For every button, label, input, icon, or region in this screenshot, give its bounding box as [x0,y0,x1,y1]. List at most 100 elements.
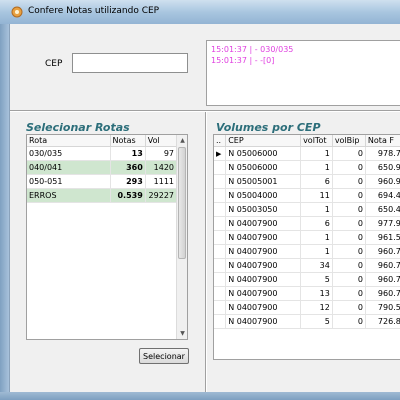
volbip-cell: 0 [332,216,366,231]
notas-cell: 0.539 [110,188,146,203]
flag-value: N [228,317,235,326]
cep-cell: N 04007900 [225,286,302,301]
scrollbar-thumb[interactable] [178,147,186,259]
volume-row[interactable]: N 05004000110694.408 [214,188,400,203]
volume-row[interactable]: N 04007900120790.557 [214,300,400,315]
flag-value: N [228,303,235,312]
row-selector[interactable] [214,244,227,259]
rotas-scrollbar[interactable]: ▲ ▼ [176,135,187,339]
nota-cell: 960.760 [365,258,400,273]
row-selector[interactable] [214,160,227,175]
rota-cell: 030/035 [27,146,111,161]
scroll-up-icon[interactable]: ▲ [177,135,187,146]
cep-cell: N 05003050 [225,202,302,217]
column-header-cep[interactable]: CEP [225,135,302,147]
voltot-cell: 1 [300,230,333,245]
row-selector[interactable] [214,202,227,217]
volume-row[interactable]: N 0400790050960.751 [214,272,400,287]
volume-row[interactable]: N 0400790010960.761 [214,244,400,259]
column-header-voltot[interactable]: volTot [300,135,333,147]
column-header-selector[interactable]: .. [214,135,227,147]
row-selector[interactable] [214,174,227,189]
flag-value: N [228,163,235,172]
app-window: Confere Notas utilizando CEP CEP 15:01:3… [0,0,400,400]
cep-value: 05004000 [236,191,278,200]
row-selector[interactable] [214,258,227,273]
row-selector[interactable] [214,230,227,245]
voltot-cell: 34 [300,258,333,273]
column-header-nota[interactable]: Nota F [365,135,400,147]
row-selector[interactable]: ▶ [214,146,227,161]
volbip-cell: 0 [332,258,366,273]
row-selector[interactable] [214,188,227,203]
rotas-header-row: Rota Notas Vol [27,135,178,147]
log-box[interactable]: 15:01:37 | - 030/035 15:01:37 | - -[0] [206,40,400,106]
volbip-cell: 0 [332,230,366,245]
rota-row[interactable]: 030/035 13 97 [27,146,178,161]
nota-cell: 650.479 [365,202,400,217]
window-frame-bottom [0,392,400,400]
volume-row[interactable]: N 0400790010961.520 [214,230,400,245]
volume-row[interactable]: N 04007900130960.750 [214,286,400,301]
flag-value: N [228,233,235,242]
volbip-cell: 0 [332,202,366,217]
cep-value: 05003050 [236,205,278,214]
column-header-volbip[interactable]: volBip [332,135,366,147]
scroll-down-icon[interactable]: ▼ [177,328,187,339]
volume-row[interactable]: N 04007900340960.760 [214,258,400,273]
flag-value: N [228,149,235,158]
volbip-cell: 0 [332,286,366,301]
nota-cell: 960.999 [365,174,400,189]
cep-value: 05005001 [236,177,278,186]
volume-row[interactable]: N 0400790050726.876 [214,314,400,329]
notas-cell: 293 [110,174,146,189]
row-selector[interactable] [214,300,227,315]
flag-value: N [228,247,235,256]
flag-value: N [228,261,235,270]
volume-row[interactable]: ▶N 0500600010978.719 [214,146,400,161]
vol-cell: 1111 [145,174,178,189]
volbip-cell: 0 [332,314,366,329]
voltot-cell: 12 [300,300,333,315]
cep-value: 04007900 [236,233,278,242]
column-header-rota[interactable]: Rota [27,135,111,147]
volume-row[interactable]: N 0500500160960.999 [214,174,400,189]
volbip-cell: 0 [332,160,366,175]
title-bar[interactable]: Confere Notas utilizando CEP [0,0,400,25]
cep-value: 04007900 [236,317,278,326]
voltot-cell: 11 [300,188,333,203]
selecionar-button[interactable]: Selecionar [139,348,189,364]
volume-row[interactable]: N 0500305010650.479 [214,202,400,217]
row-selector[interactable] [214,272,227,287]
rota-row[interactable]: ERROS 0.539 29227 [27,188,178,203]
row-selector[interactable] [214,286,227,301]
cep-label: CEP [45,59,63,69]
volbip-cell: 0 [332,300,366,315]
column-header-notas[interactable]: Notas [110,135,146,147]
cep-value: 04007900 [236,303,278,312]
volume-row[interactable]: N 0400790060977.980 [214,216,400,231]
nota-cell: 650.937 [365,160,400,175]
window-frame-left [0,24,9,392]
flag-value: N [228,177,235,186]
flag-value: N [228,191,235,200]
rotas-grid[interactable]: Rota Notas Vol 030/035 13 97 040/041 360 1420… [26,134,188,340]
column-header-vol[interactable]: Vol [145,135,178,147]
cep-cell: N 04007900 [225,314,302,329]
rota-row[interactable]: 050-051 293 1111 [27,174,178,189]
row-selector[interactable] [214,216,227,231]
cep-cell: N 05005001 [225,174,302,189]
row-selector[interactable] [214,314,227,329]
cep-cell: N 04007900 [225,230,302,245]
rota-row[interactable]: 040/041 360 1420 [27,160,178,175]
nota-cell: 961.520 [365,230,400,245]
volumes-grid[interactable]: .. CEP volTot volBip Nota F ▶ N 05006000 1… [213,134,400,360]
rota-cell: 040/041 [27,160,111,175]
cep-input[interactable] [72,53,188,73]
voltot-cell: 13 [300,286,333,301]
voltot-cell: 5 [300,314,333,329]
cep-cell: N 04007900 [225,300,302,315]
volume-row[interactable]: N 0500600010650.937 [214,160,400,175]
log-line: 15:01:37 | - 030/035 [211,45,294,54]
client-area: CEP 15:01:37 | - 030/035 15:01:37 | - -[… [9,24,400,392]
